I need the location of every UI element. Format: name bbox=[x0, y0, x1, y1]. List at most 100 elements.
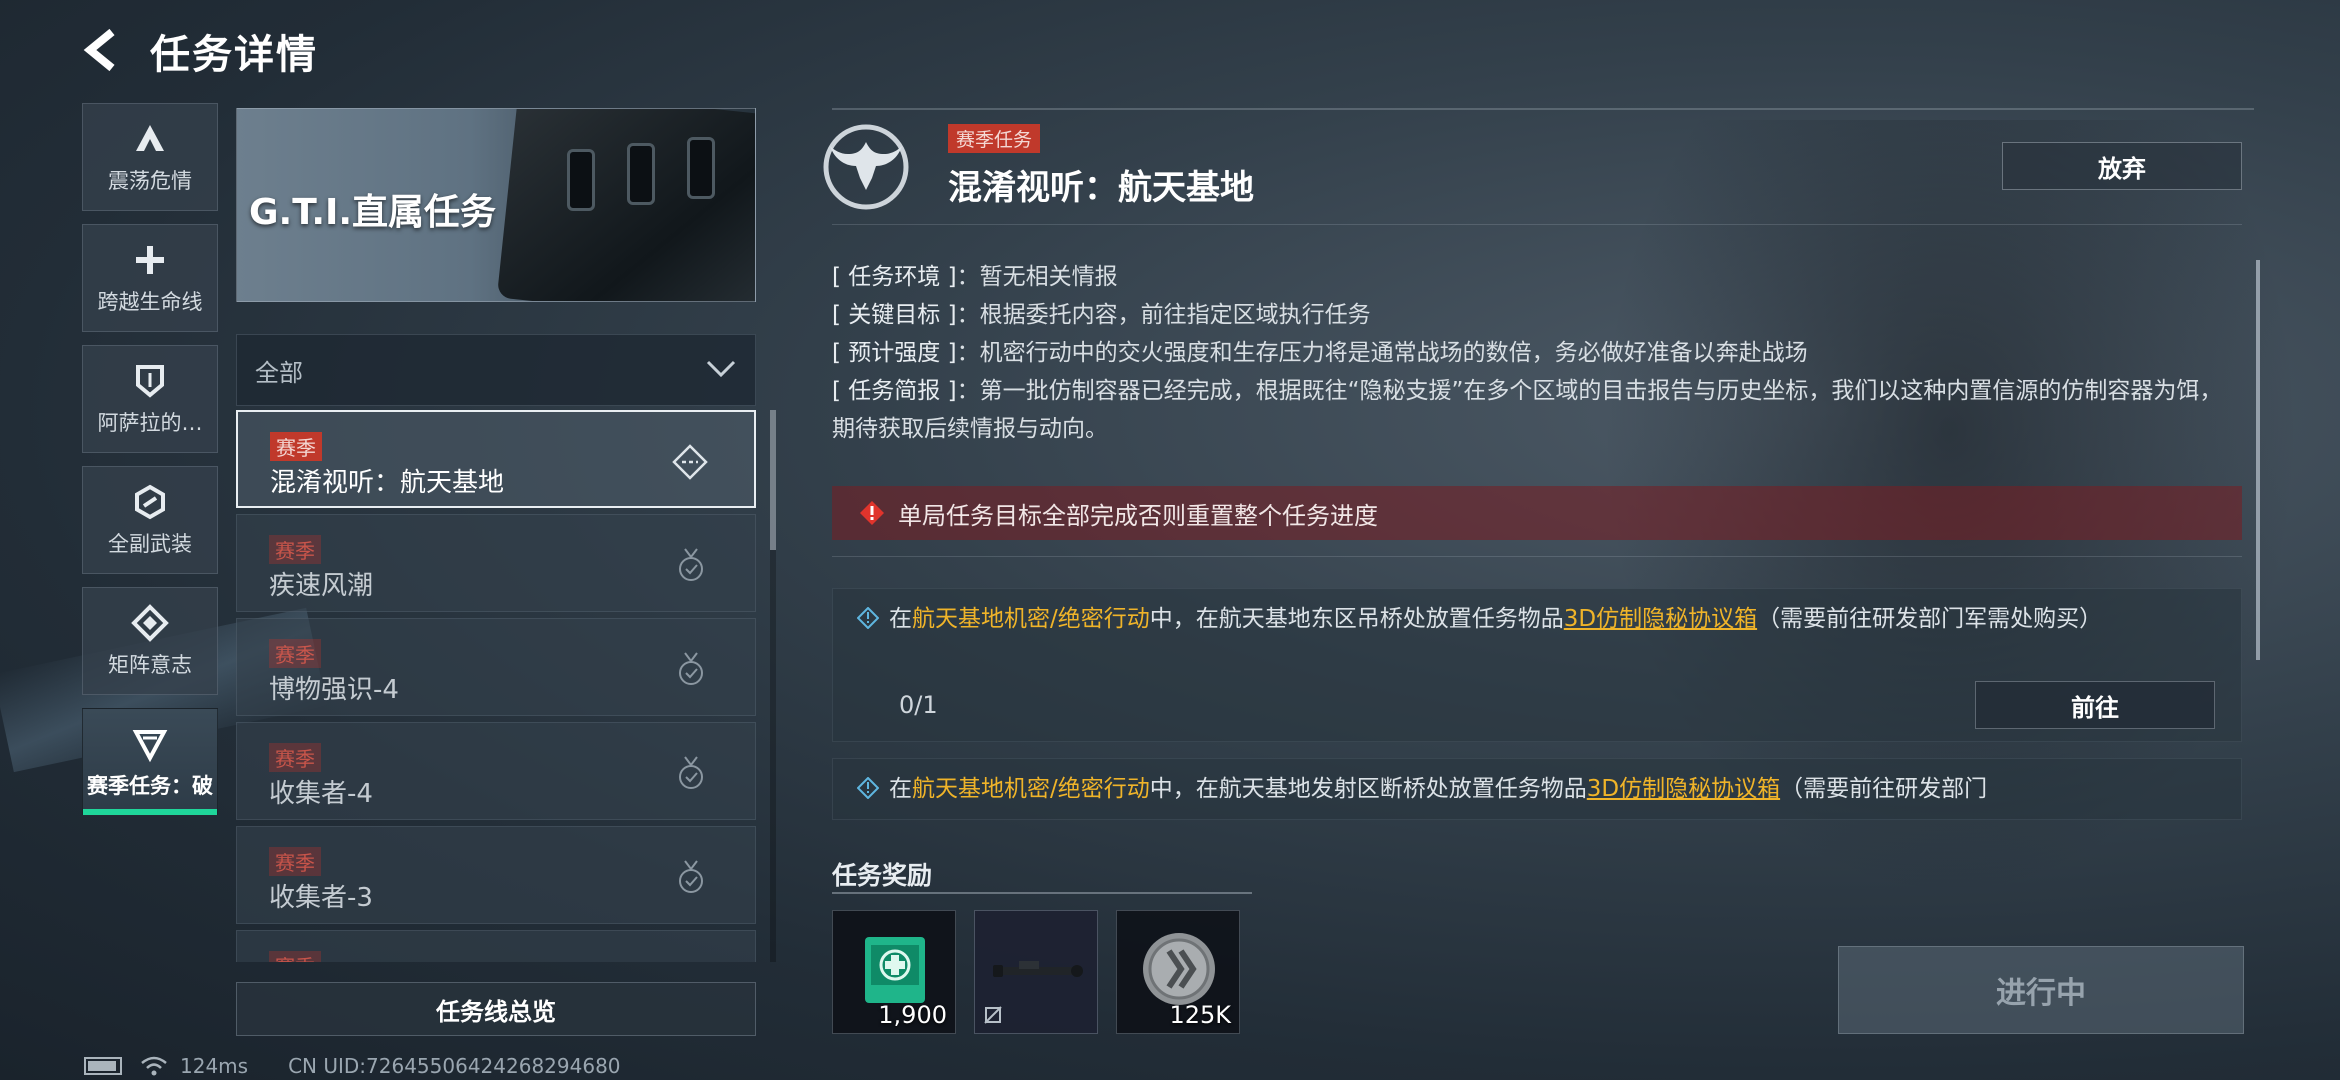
season-tag: 赛季 bbox=[270, 432, 322, 461]
info-key: [ 任务简报 ] bbox=[832, 378, 957, 404]
objective-post: （需要前往研发部门 bbox=[1780, 776, 1988, 802]
objective-item-link[interactable]: 3D仿制隐秘协议箱 bbox=[1587, 776, 1780, 802]
ping-text: 124ms bbox=[180, 1054, 249, 1078]
mission-list-scroll-thumb[interactable] bbox=[770, 410, 776, 550]
season-tag: 赛季 bbox=[269, 639, 321, 668]
banner-title: G.T.I.直属任务 bbox=[249, 192, 497, 233]
season-mission-tag: 赛季任务 bbox=[948, 124, 1041, 153]
detail-scrollbar[interactable] bbox=[2256, 260, 2260, 660]
reward-item[interactable]: 125K bbox=[1116, 910, 1240, 1034]
completed-medal-icon bbox=[679, 548, 703, 581]
mission-name: 收集者-4 bbox=[269, 779, 373, 809]
warning-banner: 单局任务目标全部完成否则重置整个任务进度 bbox=[832, 486, 2242, 540]
mission-list-item[interactable]: 赛季 收集者-3 bbox=[236, 826, 756, 924]
back-arrow-icon[interactable] bbox=[82, 26, 126, 74]
eagle-emblem-icon bbox=[823, 124, 909, 210]
tab-quanfu[interactable]: 全副武装 bbox=[82, 466, 218, 574]
reward-title: 任务奖励 bbox=[832, 861, 933, 890]
tab-label: 阿萨拉的… bbox=[97, 411, 203, 435]
objective-mid: 中，在航天基地东区吊桥处放置任务物品 bbox=[1149, 606, 1564, 632]
objective-mid: 中，在航天基地发射区断桥处放置任务物品 bbox=[1149, 776, 1587, 802]
reward-item[interactable]: 1,900 bbox=[832, 910, 956, 1034]
detail-top-divider bbox=[832, 108, 2254, 110]
mission-name: 疾速风潮 bbox=[269, 571, 374, 601]
status-bar: 124ms CN UID:72645506424268294680 bbox=[84, 1054, 621, 1078]
info-row: [ 关键目标 ]：根据委托内容，前往指定区域执行任务 bbox=[832, 296, 2232, 334]
in-progress-status-button: 进行中 bbox=[1838, 946, 2244, 1034]
completed-medal-icon bbox=[679, 652, 703, 685]
mission-title: 混淆视听：航天基地 bbox=[948, 168, 1254, 208]
warning-text: 单局任务目标全部完成否则重置整个任务进度 bbox=[898, 501, 1378, 530]
info-diamond-icon bbox=[857, 777, 879, 799]
tab-label: 全副武装 bbox=[108, 532, 192, 556]
mission-list[interactable]: 赛季 混淆视听：航天基地 赛季 疾速风潮 赛季 博物强识-4 赛季 收集者-4 … bbox=[236, 410, 756, 962]
info-diamond-icon bbox=[857, 607, 879, 629]
season-tag: 赛季 bbox=[269, 847, 321, 876]
objective-mode: 航天基地机密/绝密行动 bbox=[912, 606, 1150, 632]
coin-icon bbox=[1143, 933, 1215, 1005]
season-tag: 赛季 bbox=[269, 535, 321, 564]
season-tag: 赛季 bbox=[269, 951, 321, 962]
goto-button[interactable]: 前往 bbox=[1975, 681, 2215, 729]
supply-case-image bbox=[496, 109, 755, 301]
detail-divider bbox=[832, 556, 2242, 557]
season-tag: 赛季 bbox=[269, 743, 321, 772]
info-key: [ 关键目标 ] bbox=[832, 302, 957, 328]
info-key: [ 任务环境 ] bbox=[832, 264, 957, 290]
a-triangle-icon bbox=[136, 125, 164, 151]
mission-list-item[interactable]: 赛季 博物强识-4 bbox=[236, 618, 756, 716]
tab-label: 赛季任务：破 bbox=[87, 774, 213, 798]
diamond-icon bbox=[131, 604, 169, 642]
tab-season-mission[interactable]: 赛季任务：破 bbox=[82, 708, 218, 816]
chevron-down-icon bbox=[706, 360, 736, 378]
page-title: 任务详情 bbox=[150, 32, 318, 78]
tab-label: 矩阵意志 bbox=[108, 653, 192, 677]
tab-label: 跨越生命线 bbox=[97, 290, 203, 314]
completed-medal-icon bbox=[679, 756, 703, 789]
objective-mode: 航天基地机密/绝密行动 bbox=[912, 776, 1150, 802]
objective-pre: 在 bbox=[889, 606, 912, 632]
mission-info: [ 任务环境 ]：暂无相关情报 [ 关键目标 ]：根据委托内容，前往指定区域执行… bbox=[832, 258, 2232, 448]
abandon-button[interactable]: 放弃 bbox=[2002, 142, 2242, 190]
rifle-scope-icon bbox=[993, 961, 1083, 977]
reward-quantity: 125K bbox=[1169, 1001, 1231, 1029]
reward-item[interactable] bbox=[974, 910, 1098, 1034]
mission-line-overview-button[interactable]: 任务线总览 bbox=[236, 982, 756, 1036]
triangle-icon bbox=[132, 730, 168, 763]
detail-divider bbox=[832, 224, 2242, 225]
mission-list-item[interactable]: 赛季 bbox=[236, 930, 756, 962]
medical-kit-icon bbox=[865, 937, 925, 1003]
case-latch bbox=[567, 149, 595, 211]
mission-list-item[interactable]: 赛季 疾速风潮 bbox=[236, 514, 756, 612]
info-key: [ 预计强度 ] bbox=[832, 340, 957, 366]
case-latch bbox=[687, 137, 715, 199]
completed-medal-icon bbox=[679, 860, 703, 893]
tab-kuayue[interactable]: 跨越生命线 bbox=[82, 224, 218, 332]
objective-text: 在航天基地机密/绝密行动中，在航天基地发射区断桥处放置任务物品3D仿制隐秘协议箱… bbox=[857, 769, 2217, 809]
mission-list-item[interactable]: 赛季 混淆视听：航天基地 bbox=[236, 410, 756, 508]
case-latch bbox=[627, 143, 655, 205]
untradeable-icon bbox=[984, 1006, 1002, 1024]
mission-list-item[interactable]: 赛季 收集者-4 bbox=[236, 722, 756, 820]
objective-text: 在航天基地机密/绝密行动中，在航天基地东区吊桥处放置任务物品3D仿制隐秘协议箱（… bbox=[857, 599, 2217, 639]
mission-filter-dropdown[interactable]: 全部 bbox=[236, 334, 756, 406]
info-value: ：机密行动中的交火强度和生存压力将是通常战场的数倍，务必做好准备以奔赴战场 bbox=[956, 340, 1808, 366]
mission-name: 博物强识-4 bbox=[269, 675, 399, 705]
in-progress-icon bbox=[672, 444, 708, 480]
objective-item-link[interactable]: 3D仿制隐秘协议箱 bbox=[1564, 606, 1757, 632]
reward-quantity: 1,900 bbox=[878, 1001, 947, 1029]
active-tab-indicator bbox=[83, 809, 217, 815]
uid-text: CN UID:72645506424268294680 bbox=[288, 1054, 621, 1078]
objective-progress: 0/1 bbox=[899, 691, 938, 719]
battery-icon bbox=[84, 1057, 122, 1075]
info-value: ：第一批仿制容器已经完成，根据既往“隐秘支援”在多个区域的目击报告与历史坐标，我… bbox=[832, 378, 2223, 442]
tab-label: 震荡危情 bbox=[108, 169, 192, 193]
mission-line-banner: G.T.I.直属任务 bbox=[236, 108, 756, 302]
mission-name: 混淆视听：航天基地 bbox=[270, 468, 505, 498]
objective-card: 在航天基地机密/绝密行动中，在航天基地东区吊桥处放置任务物品3D仿制隐秘协议箱（… bbox=[832, 588, 2242, 742]
tab-asala[interactable]: 阿萨拉的… bbox=[82, 345, 218, 453]
tab-zhendang[interactable]: 震荡危情 bbox=[82, 103, 218, 211]
info-row: [ 预计强度 ]：机密行动中的交火强度和生存压力将是通常战场的数倍，务必做好准备… bbox=[832, 334, 2232, 372]
tab-juzhen[interactable]: 矩阵意志 bbox=[82, 587, 218, 695]
shield-icon bbox=[136, 365, 164, 398]
